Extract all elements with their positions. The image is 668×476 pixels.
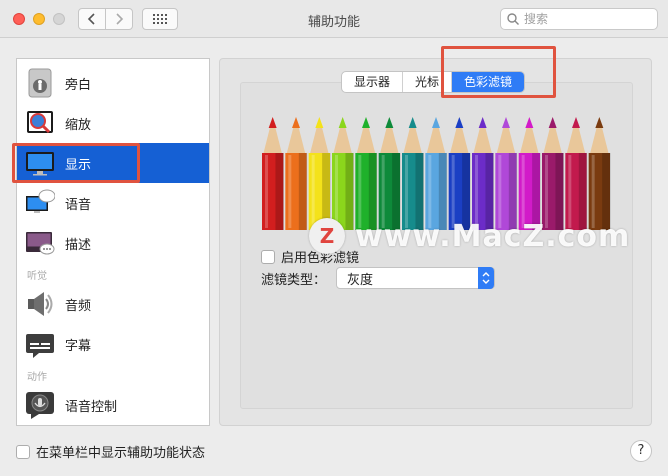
- pencil: [518, 117, 541, 230]
- sidebar-item-audio[interactable]: 音频: [17, 284, 209, 324]
- pencil: [285, 117, 308, 230]
- pencil: [472, 117, 494, 230]
- filter-type-label: 滤镜类型：: [261, 272, 327, 288]
- title-bar: 辅助功能: [0, 0, 668, 38]
- sidebar-item-descriptions[interactable]: 描述: [17, 223, 209, 263]
- sidebar-item-label: 旁白: [65, 77, 92, 93]
- sidebar-item-label: 语音控制: [65, 399, 118, 415]
- pencil: [262, 117, 284, 230]
- tab-color-filters[interactable]: 色彩滤镜: [452, 72, 525, 92]
- menubar-status-row: 在菜单栏中显示辅助功能状态: [16, 442, 205, 461]
- sidebar-item-label: 缩放: [65, 117, 92, 133]
- pencil: [495, 117, 518, 230]
- pencil: [588, 117, 611, 230]
- color-pencils-preview: [262, 117, 611, 230]
- sidebar-item-label: 显示: [65, 157, 92, 173]
- voice-control-icon: [25, 390, 55, 420]
- sidebar-item-display[interactable]: 显示: [17, 143, 209, 183]
- section-header-hearing: 听觉: [27, 271, 47, 282]
- filter-type-row: 滤镜类型： 灰度: [261, 267, 496, 289]
- sidebar-item-zoom[interactable]: 缩放: [17, 103, 209, 143]
- pencil: [355, 117, 378, 230]
- speech-icon: [25, 188, 55, 218]
- sidebar-item-captions[interactable]: 字幕: [17, 324, 209, 364]
- menubar-status-checkbox[interactable]: [16, 444, 30, 459]
- pencil: [425, 117, 448, 230]
- search-input[interactable]: [524, 12, 644, 26]
- enable-color-filter-checkbox[interactable]: [261, 249, 275, 264]
- watermark: Z www.MacZ.com: [309, 218, 630, 254]
- sidebar-item-label: 描述: [65, 237, 92, 253]
- voiceover-icon: [25, 68, 55, 98]
- sidebar-item-voiceover[interactable]: 旁白: [17, 63, 209, 103]
- search-icon: [507, 13, 519, 25]
- zoom-icon: [25, 108, 55, 138]
- pencil: [308, 117, 331, 230]
- tab-bar: 显示器 光标 色彩滤镜: [341, 71, 526, 93]
- pencil: [378, 117, 401, 230]
- section-header-motor: 动作: [27, 372, 47, 383]
- watermark-text: www.MacZ.com: [355, 218, 631, 254]
- menubar-status-label: 在菜单栏中显示辅助功能状态: [36, 446, 206, 461]
- updown-chevron-icon: [482, 272, 490, 284]
- pencil: [448, 117, 471, 230]
- help-button[interactable]: ?: [630, 440, 652, 462]
- tab-cursor[interactable]: 光标: [403, 72, 453, 92]
- sidebar-item-voice-control[interactable]: 语音控制: [17, 385, 209, 425]
- pencil: [402, 117, 424, 230]
- sidebar: 旁白 缩放 显示 语音 描述 听觉 音频 字幕 动作 语音控制: [16, 58, 210, 426]
- tab-display[interactable]: 显示器: [342, 72, 404, 92]
- watermark-logo: Z: [309, 218, 345, 254]
- sidebar-item-speech[interactable]: 语音: [17, 183, 209, 223]
- captions-icon: [25, 329, 55, 359]
- display-icon: [25, 148, 55, 178]
- pencil: [542, 117, 564, 230]
- pencil: [565, 117, 588, 230]
- sidebar-item-label: 语音: [65, 197, 92, 213]
- sidebar-item-label: 音频: [65, 298, 92, 314]
- sidebar-item-label: 字幕: [65, 338, 92, 354]
- descriptions-icon: [25, 228, 55, 258]
- filter-type-select[interactable]: 灰度: [336, 267, 496, 289]
- select-stepper: [478, 267, 495, 289]
- pencil: [332, 117, 354, 230]
- audio-icon: [25, 289, 55, 319]
- filter-type-value: 灰度: [347, 272, 374, 288]
- search-field[interactable]: [500, 8, 658, 30]
